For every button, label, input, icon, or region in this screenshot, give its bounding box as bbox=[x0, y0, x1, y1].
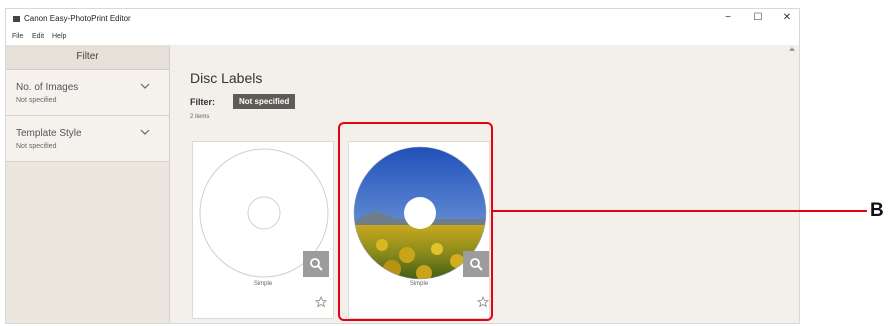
app-icon bbox=[13, 16, 20, 22]
magnifier-icon bbox=[470, 258, 483, 271]
template-card-sunflower[interactable]: Simple bbox=[348, 141, 490, 319]
item-count: 2 items bbox=[190, 114, 210, 120]
magnifier-icon bbox=[310, 258, 323, 271]
chevron-down-icon[interactable] bbox=[140, 82, 150, 90]
filter-label: Filter: bbox=[190, 97, 216, 107]
zoom-button[interactable] bbox=[463, 251, 489, 277]
menu-edit[interactable]: Edit bbox=[32, 33, 44, 40]
app-window: Canon Easy-PhotoPrint Editor − ☐ ✕ File … bbox=[5, 8, 800, 324]
close-button[interactable]: ✕ bbox=[779, 12, 795, 23]
main-content: Disc Labels Filter: Not specified 2 item… bbox=[170, 45, 799, 323]
chevron-down-icon[interactable] bbox=[140, 128, 150, 136]
menu-help[interactable]: Help bbox=[52, 33, 66, 40]
card-label: Simple bbox=[253, 281, 273, 287]
filter-sidebar: Filter No. of Images Not specified Templ… bbox=[6, 45, 170, 323]
template-card-plain[interactable]: Simple bbox=[192, 141, 334, 319]
menu-file[interactable]: File bbox=[12, 33, 23, 40]
filter-header: Filter bbox=[6, 45, 169, 70]
filter-badge[interactable]: Not specified bbox=[233, 94, 296, 109]
filter-template-style[interactable]: Template Style Not specified bbox=[6, 116, 169, 162]
filter-section-value: Not specified bbox=[16, 97, 57, 104]
star-icon[interactable] bbox=[315, 296, 327, 308]
maximize-button[interactable]: ☐ bbox=[750, 12, 766, 23]
callout-line bbox=[493, 210, 867, 212]
filter-section-title: No. of Images bbox=[16, 82, 79, 93]
filter-section-value: Not specified bbox=[16, 143, 57, 150]
scroll-up-icon[interactable] bbox=[789, 47, 795, 51]
page-title: Disc Labels bbox=[190, 70, 263, 86]
zoom-button[interactable] bbox=[303, 251, 329, 277]
menu-bar: File Edit Help bbox=[6, 31, 799, 45]
window-title: Canon Easy-PhotoPrint Editor bbox=[24, 14, 131, 23]
star-icon[interactable] bbox=[477, 296, 489, 308]
minimize-button[interactable]: − bbox=[720, 12, 736, 23]
filter-no-of-images[interactable]: No. of Images Not specified bbox=[6, 70, 169, 116]
title-bar: Canon Easy-PhotoPrint Editor − ☐ ✕ bbox=[6, 9, 799, 31]
callout-letter: B bbox=[870, 200, 884, 221]
filter-section-title: Template Style bbox=[16, 128, 82, 139]
card-label: Simple bbox=[409, 281, 429, 287]
